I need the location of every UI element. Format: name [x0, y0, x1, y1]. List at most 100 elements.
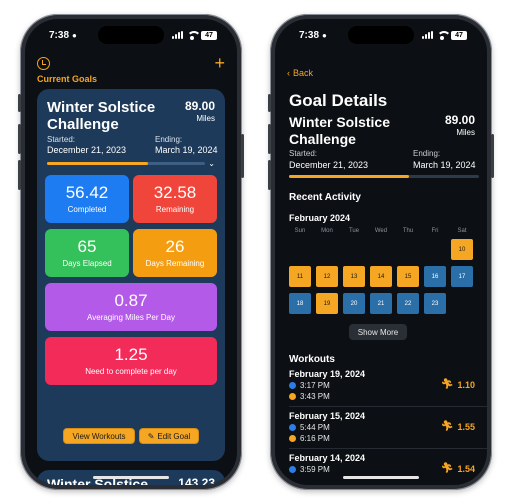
tile-average-per-day: 0.87 Averaging Miles Per Day	[45, 283, 217, 331]
next-goal-miles: 143.23	[178, 476, 215, 485]
workout-miles-value: 1.10	[457, 379, 475, 390]
section-title: Current Goals	[37, 74, 98, 84]
end-dot-icon	[289, 435, 296, 442]
wifi-icon	[187, 31, 201, 40]
calendar-day[interactable]: 15	[397, 266, 419, 287]
workout-start-time: 5:44 PM	[300, 423, 330, 432]
goal-miles: 89.00	[184, 99, 215, 113]
goal-progress-bar	[47, 162, 205, 165]
edit-goal-label: Edit Goal	[157, 431, 191, 441]
volume-down-button	[18, 160, 21, 190]
workout-start-time: 3:59 PM	[300, 465, 330, 474]
calendar-day[interactable]: 13	[343, 266, 365, 287]
goal-miles-unit: Miles	[456, 128, 475, 137]
action-button	[18, 94, 21, 112]
left-screen: 7:38 ● 47 + Current Goals Winter Solstice…	[25, 19, 237, 485]
view-workouts-label: View Workouts	[72, 431, 126, 441]
started-label: Started:	[47, 135, 76, 144]
ending-label: Ending:	[155, 135, 183, 144]
started-value: December 21, 2023	[47, 145, 127, 155]
workout-end-time: 3:43 PM	[300, 392, 330, 401]
workout-start-row: 3:59 PM	[289, 465, 330, 474]
history-icon[interactable]	[37, 56, 50, 70]
volume-down-button	[268, 160, 271, 190]
goal-progress-fill	[47, 162, 149, 165]
calendar-day[interactable]: 18	[289, 293, 311, 314]
view-workouts-button[interactable]: View Workouts	[63, 428, 135, 444]
tile-value: 32.58	[153, 183, 197, 202]
home-indicator[interactable]	[343, 476, 419, 479]
back-label: Back	[293, 68, 314, 78]
tile-days-remaining: 26 Days Remaining	[133, 229, 217, 277]
person-icon: ●	[72, 30, 77, 40]
workout-miles[interactable]: 🏃︎ 1.54	[441, 463, 475, 474]
edit-goal-button[interactable]: ✎ Edit Goal	[139, 428, 199, 444]
calendar-day[interactable]: 16	[424, 266, 446, 287]
weekday-label: Mon	[321, 228, 333, 234]
goal-miles: 89.00	[444, 113, 475, 127]
dynamic-island	[348, 26, 414, 44]
stage: 7:38 ● 47 + Current Goals Winter Solstice…	[0, 0, 520, 504]
calendar-day[interactable]: 23	[424, 293, 446, 314]
calendar-day[interactable]: 14	[370, 266, 392, 287]
workout-start-row: 3:17 PM	[289, 381, 330, 390]
right-phone: 7:38 ● 47 ‹ Back Goal Details Winter Solst…	[268, 14, 494, 490]
calendar-day[interactable]: 22	[397, 293, 419, 314]
workout-date: February 14, 2024	[289, 453, 366, 463]
calendar-day[interactable]: 21	[370, 293, 392, 314]
ending-value: March 19, 2024	[155, 145, 218, 155]
tile-label: Completed	[67, 205, 107, 214]
weekday-label: Tue	[348, 228, 360, 234]
runner-icon: 🏃︎	[440, 421, 454, 432]
calendar-day[interactable]: 11	[289, 266, 311, 287]
goal-title: Winter Solstice Challenge	[289, 114, 391, 147]
started-value: December 21, 2023	[289, 160, 369, 170]
ending-label: Ending:	[413, 149, 441, 158]
tile-value: 0.87	[114, 291, 148, 310]
workout-date: February 19, 2024	[289, 369, 366, 379]
tile-remaining: 32.58 Remaining	[133, 175, 217, 223]
power-button	[491, 134, 494, 178]
person-icon: ●	[322, 30, 327, 40]
toolbar: +	[37, 54, 225, 72]
tile-completed: 56.42 Completed	[45, 175, 129, 223]
weekday-label: Wed	[374, 228, 388, 234]
volume-up-button	[268, 124, 271, 154]
goal-card[interactable]: Winter Solstice Challenge 89.00 Miles St…	[37, 89, 225, 461]
action-button	[268, 94, 271, 112]
recent-activity-title: Recent Activity	[289, 192, 361, 203]
workout-start-time: 3:17 PM	[300, 381, 330, 390]
calendar-day[interactable]: 19	[316, 293, 338, 314]
divider	[289, 406, 487, 407]
pencil-icon: ✎	[147, 431, 155, 441]
workout-miles[interactable]: 🏃︎ 1.10	[441, 379, 475, 390]
back-button[interactable]: ‹ Back	[287, 68, 313, 78]
workout-date: February 15, 2024	[289, 411, 366, 421]
ending-value: March 19, 2024	[413, 160, 476, 170]
workout-end-time: 6:16 PM	[300, 434, 330, 443]
left-phone: 7:38 ● 47 + Current Goals Winter Solstice…	[18, 14, 244, 490]
page-title: Goal Details	[289, 91, 388, 110]
battery-icon: 47	[451, 30, 467, 40]
calendar-day[interactable]: 10	[451, 239, 473, 260]
calendar-day[interactable]: 12	[316, 266, 338, 287]
workout-miles-value: 1.54	[457, 463, 475, 474]
show-more-button[interactable]: Show More	[349, 324, 407, 340]
home-indicator[interactable]	[93, 476, 169, 479]
tile-value: 26	[165, 237, 185, 256]
workout-end-row: 3:43 PM	[289, 392, 330, 401]
goal-progress-fill	[289, 175, 409, 178]
tile-value: 1.25	[114, 345, 148, 364]
signal-icon	[172, 31, 183, 39]
tile-label: Averaging Miles Per Day	[87, 313, 175, 322]
calendar-day[interactable]: 17	[451, 266, 473, 287]
goal-progress-bar	[289, 175, 479, 178]
add-goal-icon[interactable]: +	[214, 54, 225, 72]
goal-title: Winter Solstice Challenge	[47, 99, 156, 133]
volume-up-button	[18, 124, 21, 154]
workout-miles[interactable]: 🏃︎ 1.55	[441, 421, 475, 432]
chevron-down-icon[interactable]: ⌄	[208, 159, 215, 168]
weekday-label: Thu	[402, 228, 414, 234]
calendar-month: February 2024	[289, 213, 351, 223]
calendar-day[interactable]: 20	[343, 293, 365, 314]
